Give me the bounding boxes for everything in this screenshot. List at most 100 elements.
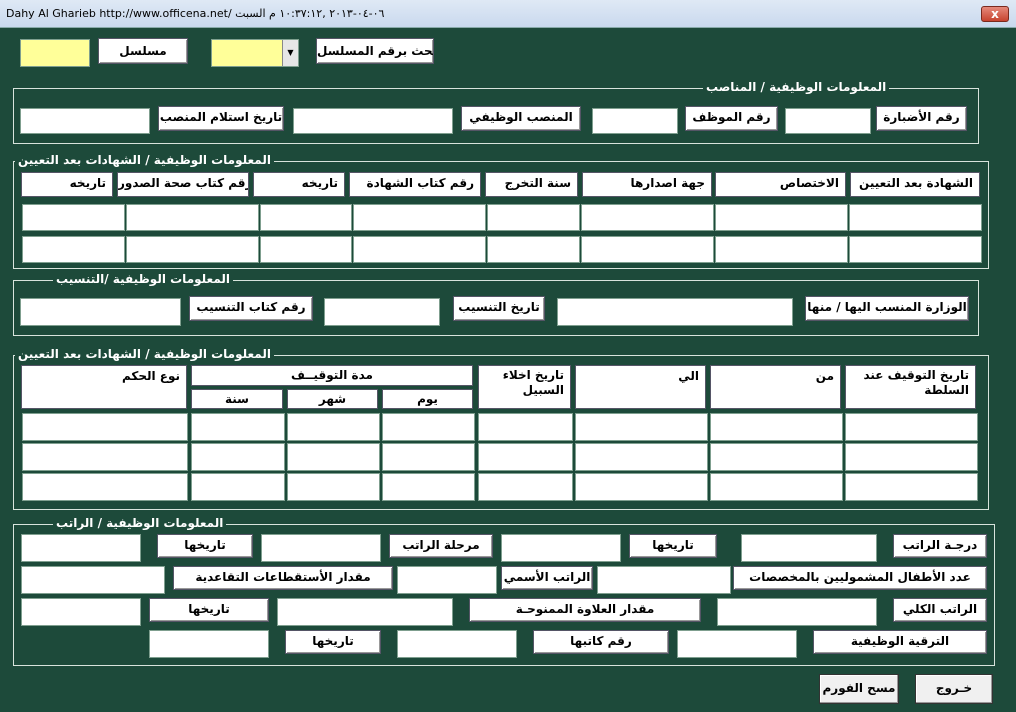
file-number-input[interactable] — [785, 108, 871, 134]
position-receipt-date-input[interactable] — [20, 108, 150, 134]
salary-grade-label: درجـة الراتب — [893, 534, 987, 558]
salary-stage-label: مرحلة الراتب — [389, 534, 493, 558]
susp-header-year: سنة — [191, 389, 283, 409]
position-receipt-date-label: تاريخ استلام المنصب — [158, 106, 284, 131]
ministry-input[interactable] — [557, 298, 793, 326]
window-title: Dahy Al Gharieb http://www.officena.net/… — [6, 7, 385, 20]
cert-cell[interactable] — [353, 204, 486, 231]
stage-date-input[interactable] — [21, 534, 141, 562]
susp-cell[interactable] — [22, 413, 188, 441]
chevron-down-icon[interactable]: ▼ — [282, 40, 298, 66]
cert-cell[interactable] — [126, 204, 259, 231]
allowance-date-input[interactable] — [21, 598, 141, 626]
cert-header-letter-number: رقم كتاب الشهادة — [349, 172, 481, 197]
cert-header-specialty: الاختصاص — [715, 172, 846, 197]
suspension-title: المعلومات الوظيفية / الشهادات بعد التعيي… — [15, 347, 274, 361]
cert-cell[interactable] — [581, 236, 714, 263]
susp-cell[interactable] — [845, 413, 978, 441]
grade-date-label: تاريخها — [629, 534, 717, 558]
granted-allowance-input[interactable] — [277, 598, 453, 626]
susp-cell[interactable] — [710, 473, 843, 501]
cert-cell[interactable] — [849, 236, 982, 263]
susp-header-release-date: تاريخ اخلاء السبيل — [478, 365, 571, 409]
transfer-date-label: تاريخ التنسيب — [453, 296, 545, 321]
employee-number-label: رقم الموظف — [685, 106, 778, 131]
granted-allowance-label: مقدار العلاوة الممنوحـة — [469, 598, 701, 622]
ministry-label: الوزارة المنسب اليها / منها — [805, 296, 969, 321]
search-by-serial-label: بحث برقم المسلسل — [316, 38, 434, 64]
promotion-input[interactable] — [677, 630, 797, 658]
susp-header-authority-date: تاريخ التوقيف عند السلطة — [845, 365, 976, 409]
cert-cell[interactable] — [487, 236, 580, 263]
promotion-date-input[interactable] — [149, 630, 269, 658]
susp-cell[interactable] — [382, 443, 475, 471]
employee-number-input[interactable] — [592, 108, 678, 134]
susp-header-day: يوم — [382, 389, 473, 409]
job-position-input[interactable] — [293, 108, 453, 134]
retirement-deductions-label: مقدار الأستقطاعات التقاعدية — [173, 566, 393, 590]
promotion-letter-input[interactable] — [397, 630, 517, 658]
susp-cell[interactable] — [287, 413, 380, 441]
cert-cell[interactable] — [487, 204, 580, 231]
promotion-label: الترقية الوظيفية — [813, 630, 987, 654]
close-button[interactable]: x — [981, 6, 1009, 22]
window-titlebar: Dahy Al Gharieb http://www.officena.net/… — [0, 0, 1016, 28]
nominal-salary-label: الراتب الأسمي — [501, 566, 593, 590]
serial-label: مسلسل — [98, 38, 188, 64]
susp-cell[interactable] — [382, 473, 475, 501]
clear-form-button[interactable]: مسح الفورم — [819, 674, 899, 704]
cert-header-validity-letter: رقم كتاب صحة الصدور — [117, 172, 249, 197]
cert-cell[interactable] — [22, 204, 125, 231]
positions-title: المعلومات الوظيفية / المناصب — [703, 80, 890, 94]
serial-combo[interactable]: ▼ — [211, 39, 299, 67]
close-icon: x — [991, 7, 999, 21]
nominal-salary-input[interactable] — [397, 566, 497, 594]
susp-cell[interactable] — [478, 473, 573, 501]
cert-cell[interactable] — [22, 236, 125, 263]
salary-grade-input[interactable] — [741, 534, 877, 562]
cert-cell[interactable] — [849, 204, 982, 231]
susp-header-verdict: نوع الحكم — [21, 365, 187, 409]
susp-cell[interactable] — [22, 473, 188, 501]
cert-header-date: تاريخه — [253, 172, 345, 197]
transfer-letter-input[interactable] — [20, 298, 181, 326]
susp-cell[interactable] — [478, 443, 573, 471]
cert-header-certificate: الشهادة بعد التعيين — [850, 172, 980, 197]
susp-cell[interactable] — [478, 413, 573, 441]
susp-cell[interactable] — [575, 443, 708, 471]
susp-cell[interactable] — [287, 473, 380, 501]
susp-cell[interactable] — [710, 413, 843, 441]
grade-date-input[interactable] — [501, 534, 621, 562]
salary-stage-input[interactable] — [261, 534, 381, 562]
susp-cell[interactable] — [22, 443, 188, 471]
cert-header-issuer: جهة اصدارها — [582, 172, 712, 197]
susp-cell[interactable] — [287, 443, 380, 471]
total-salary-input[interactable] — [717, 598, 877, 626]
susp-cell[interactable] — [710, 443, 843, 471]
susp-header-month: شهر — [287, 389, 378, 409]
susp-cell[interactable] — [191, 443, 285, 471]
susp-cell[interactable] — [575, 473, 708, 501]
serial-input[interactable] — [20, 39, 90, 67]
susp-cell[interactable] — [191, 473, 285, 501]
susp-cell[interactable] — [191, 413, 285, 441]
cert-cell[interactable] — [581, 204, 714, 231]
cert-cell[interactable] — [126, 236, 259, 263]
susp-cell[interactable] — [845, 443, 978, 471]
cert-cell[interactable] — [353, 236, 486, 263]
susp-cell[interactable] — [382, 413, 475, 441]
promotion-date-label: تاريخها — [285, 630, 381, 654]
susp-cell[interactable] — [845, 473, 978, 501]
susp-cell[interactable] — [575, 413, 708, 441]
cert-cell[interactable] — [260, 236, 352, 263]
job-position-label: المنصب الوظيفي — [461, 106, 581, 131]
susp-header-to: الي — [575, 365, 706, 409]
cert-header-graduation-year: سنة التخرج — [485, 172, 578, 197]
transfer-date-input[interactable] — [324, 298, 440, 326]
exit-button[interactable]: خـروج — [915, 674, 993, 704]
cert-cell[interactable] — [715, 204, 848, 231]
children-count-input[interactable] — [597, 566, 731, 594]
retirement-deductions-input[interactable] — [21, 566, 165, 594]
cert-cell[interactable] — [260, 204, 352, 231]
cert-cell[interactable] — [715, 236, 848, 263]
